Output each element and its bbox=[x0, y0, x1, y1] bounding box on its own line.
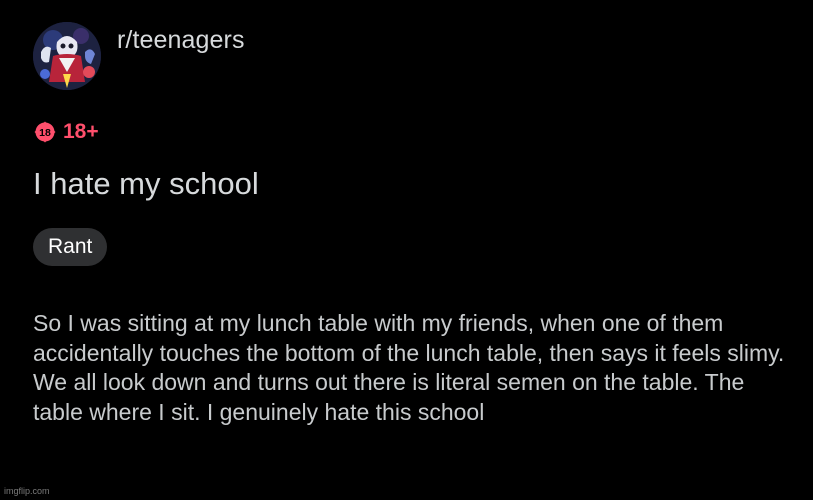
nsfw-tag: 18 18+ bbox=[33, 120, 99, 144]
subreddit-avatar-icon bbox=[33, 22, 101, 90]
svg-text:18: 18 bbox=[39, 127, 51, 139]
nsfw-label: 18+ bbox=[63, 120, 99, 143]
post-body: So I was sitting at my lunch table with … bbox=[33, 310, 785, 425]
post-title: I hate my school bbox=[33, 166, 259, 201]
post-flair[interactable]: Rant bbox=[33, 228, 108, 266]
subreddit-avatar[interactable] bbox=[33, 22, 101, 90]
watermark: imgflip.com bbox=[4, 486, 50, 496]
subreddit-name[interactable]: r/teenagers bbox=[117, 26, 245, 55]
nsfw-18-icon: 18 bbox=[34, 121, 56, 143]
